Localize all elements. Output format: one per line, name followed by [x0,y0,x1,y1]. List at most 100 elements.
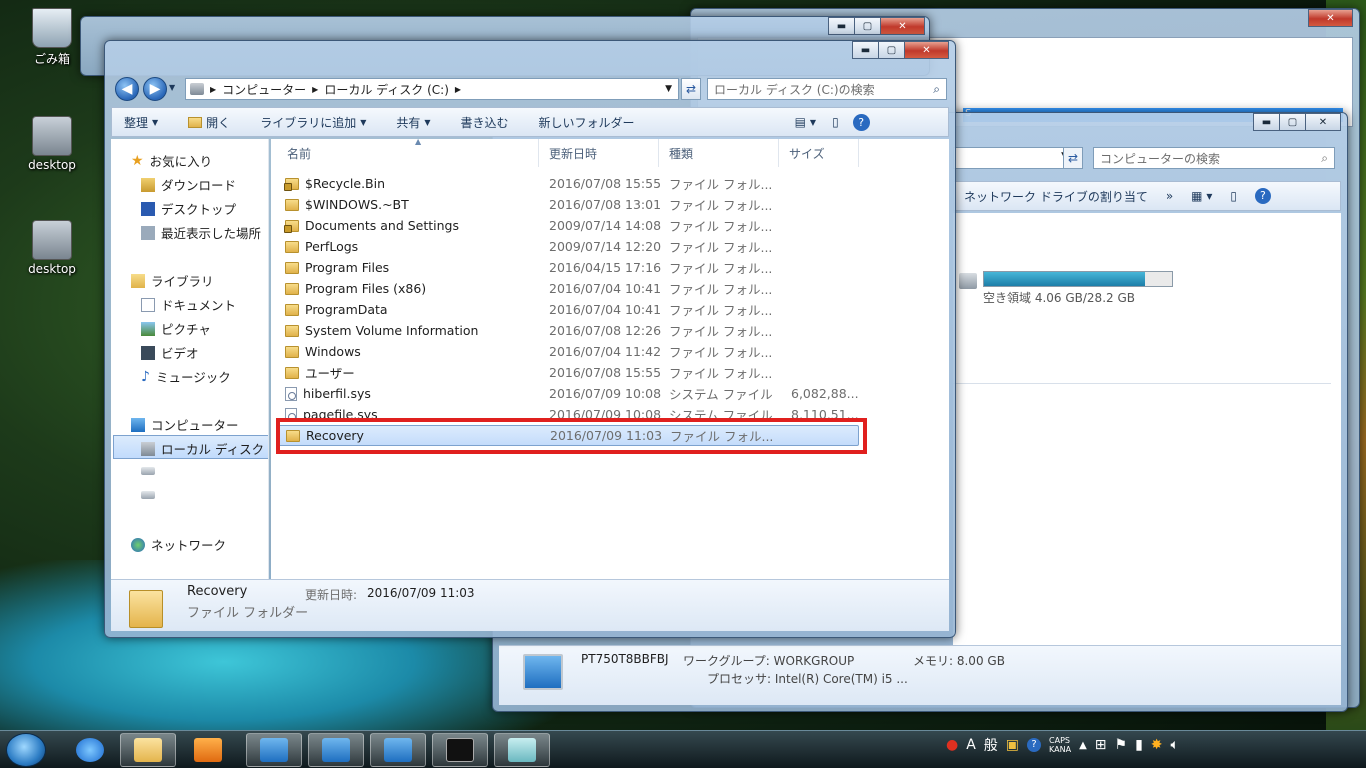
file-row[interactable]: ユーザー 2016/07/08 15:55 ファイル フォル... [277,362,859,383]
nav-videos[interactable]: ビデオ [141,343,199,362]
start-button[interactable] [6,733,46,767]
taskbar-ie[interactable] [62,733,118,767]
organize-button[interactable]: 整理 ▼ [124,114,158,131]
file-row[interactable]: ProgramData 2016/07/04 10:41 ファイル フォル... [277,299,859,320]
computer-icon [523,654,563,690]
breadcrumb-computer[interactable]: コンピューター [222,81,306,98]
nav-documents[interactable]: ドキュメント [141,295,236,314]
search-input[interactable]: ローカル ディスク (C:)の検索 ⌕ [707,78,947,100]
show-hidden-icons-button[interactable]: ▲ [1079,740,1087,751]
help-icon[interactable]: ? [852,113,870,131]
folder-icon [285,324,299,337]
close-button[interactable]: ✕ [1308,9,1353,27]
file-row[interactable]: Documents and Settings 2009/07/14 14:08 ファ… [277,215,859,236]
file-type: ファイル フォル... [669,282,773,297]
column-header-type[interactable]: 種類 [659,139,779,167]
search-input[interactable]: コンピューターの検索 ⌕ [1093,147,1335,169]
file-row[interactable]: $Recycle.Bin 2016/07/08 15:55 ファイル フォル... [277,173,859,194]
desktop-icon-desktop-1[interactable]: desktop [17,116,87,172]
back-button[interactable]: ◀ [115,77,139,101]
share-button[interactable]: 共有 ▼ [396,114,430,131]
nav-drive-3[interactable] [141,491,155,499]
minimize-button[interactable]: ▬ [828,17,855,35]
file-row[interactable]: Program Files (x86) 2016/07/04 10:41 ファイル … [277,278,859,299]
minimize-button[interactable]: ▬ [852,41,879,59]
taskbar-computer-1[interactable] [246,733,302,767]
ime-kanji[interactable]: 般 [984,735,998,755]
address-bar[interactable]: ▼ [953,147,1075,169]
nav-music[interactable]: ♪ ミュージック [141,367,231,386]
power-icon[interactable]: ▮ [1135,737,1143,753]
refresh-button[interactable]: ⇄ [1063,147,1083,169]
desktop-icon-label: desktop [28,158,76,172]
nav-favorites[interactable]: ★ お気に入り [131,151,212,170]
nav-desktop[interactable]: デスクトップ [141,199,236,218]
file-name: PerfLogs [305,239,359,254]
view-options-icon[interactable]: ▦ ▾ [1191,189,1212,203]
forward-button[interactable]: ▶ [143,77,167,101]
file-row[interactable]: PerfLogs 2009/07/14 12:20 ファイル フォル... [277,236,859,257]
taskbar-media-player[interactable] [180,733,236,767]
folder-icon [285,198,299,211]
file-row[interactable]: System Volume Information 2016/07/08 12:2… [277,320,859,341]
network-tray-icon[interactable]: ✸ [1151,737,1163,753]
taskbar-command-prompt[interactable] [432,733,488,767]
file-row[interactable]: $WINDOWS.~BT 2016/07/08 13:01 ファイル フォル... [277,194,859,215]
volume-icon[interactable]: 🔈︎ [1171,737,1179,753]
add-to-library-button[interactable]: ライブラリに追加 ▼ [260,114,366,131]
search-icon: ⌕ [933,81,940,96]
address-bar[interactable]: ▶ コンピューター ▶ ローカル ディスク (C:) ▶ ▼ [185,78,679,100]
close-button[interactable]: ✕ [1305,113,1341,131]
desktop-icon-desktop-2[interactable]: desktop [17,220,87,276]
column-header-size[interactable]: サイズ [779,139,859,167]
nav-local-disk[interactable]: ローカル ディスク ( [141,439,268,458]
nav-downloads[interactable]: ダウンロード [141,175,236,194]
more-button[interactable]: » [1166,189,1173,203]
file-row[interactable]: hiberfil.sys 2016/07/09 10:08 システム ファイル 6,0… [277,383,859,404]
view-options-icon[interactable]: ▤ ▼ [795,115,817,129]
minimize-button[interactable]: ▬ [1253,113,1280,131]
file-row[interactable]: Program Files 2016/04/15 17:16 ファイル フォル... [277,257,859,278]
nav-network[interactable]: ネットワーク [131,535,226,554]
close-button[interactable]: ✕ [904,41,949,59]
desktop-icon-recycle-bin[interactable]: ごみ箱 [17,8,87,67]
file-name-cell: Windows [285,344,361,359]
help-icon[interactable]: ? [1254,188,1271,204]
windows-flag-icon[interactable]: ⊞ [1095,737,1107,753]
taskbar-app[interactable] [494,733,550,767]
taskbar-computer-2[interactable] [308,733,364,767]
folder-icon [285,345,299,358]
alert-icon[interactable]: ● [946,737,958,753]
ime-toolbox-icon[interactable]: ▣ [1006,737,1019,753]
breadcrumb-local-disk[interactable]: ローカル ディスク (C:) [324,81,449,98]
preview-pane-icon[interactable]: ▯ [832,115,839,129]
help-icon[interactable]: ? [1027,738,1042,752]
new-folder-button[interactable]: 新しいフォルダー [539,114,635,131]
close-button[interactable]: ✕ [880,17,925,35]
burn-button[interactable]: 書き込む [461,114,509,131]
column-header-date[interactable]: 更新日時 [539,139,659,167]
recent-pages-dropdown[interactable]: ▼ [169,83,175,92]
file-row[interactable]: Windows 2016/07/04 11:42 ファイル フォル... [277,341,859,362]
maximize-button[interactable]: ▢ [854,17,881,35]
taskbar-explorer[interactable] [120,733,176,767]
address-dropdown-icon[interactable]: ▼ [665,84,672,94]
refresh-button[interactable]: ⇄ [681,78,701,100]
nav-libraries[interactable]: ライブラリ [131,271,214,290]
column-header-name[interactable]: 名前 ▲ [277,137,539,167]
ime-mode[interactable]: A [966,737,976,753]
preview-pane-icon[interactable]: ▯ [1230,189,1237,203]
nav-drive-2[interactable] [141,467,155,475]
nav-recent-places[interactable]: 最近表示した場所 [141,223,261,242]
maximize-button[interactable]: ▢ [878,41,905,59]
nav-pictures[interactable]: ピクチャ [141,319,211,338]
maximize-button[interactable]: ▢ [1279,113,1306,131]
action-center-flag-icon[interactable]: ⚑ [1115,737,1128,753]
open-button[interactable]: 開く [188,114,230,131]
explorer-window[interactable]: ▬ ▢ ✕ ◀ ▶ ▼ ▶ コンピューター ▶ ローカル ディスク (C:) ▶… [104,40,956,638]
nav-computer[interactable]: コンピューター [131,415,239,434]
taskbar-computer-3[interactable] [370,733,426,767]
computer-details-pane: PT750T8BBFBJ ワークグループ: WORKGROUP メモリ: 8.0… [499,645,1341,705]
map-network-drive-button[interactable]: ネットワーク ドライブの割り当て [964,188,1148,205]
app-icon [508,738,536,762]
